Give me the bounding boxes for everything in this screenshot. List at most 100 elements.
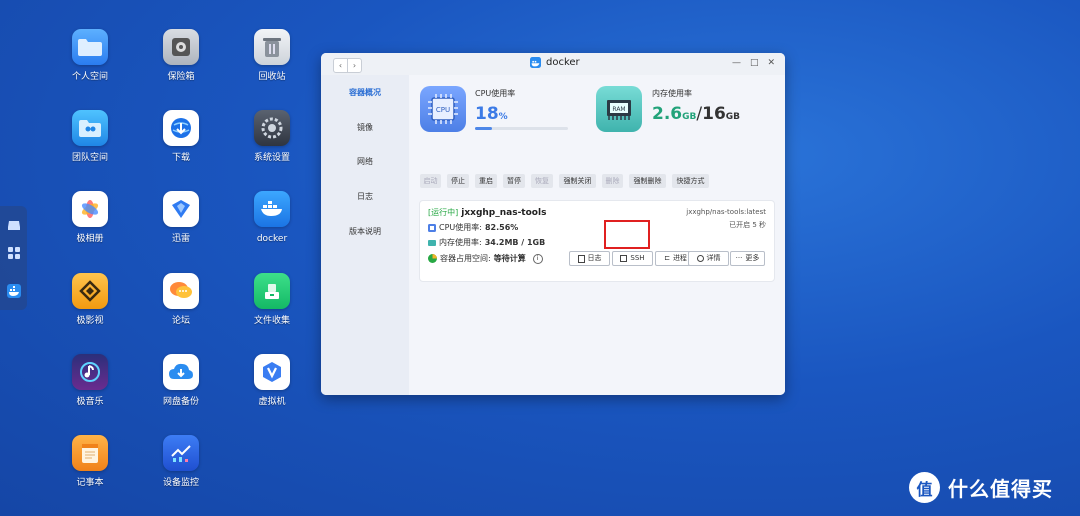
restart-button[interactable]: 重启 [475, 174, 497, 188]
window-title-text: docker [546, 57, 580, 68]
minimize-button[interactable]: — [732, 58, 741, 68]
close-button[interactable]: ✕ [767, 58, 775, 68]
desktop-icon-label: 论坛 [171, 316, 190, 326]
container-cpu-row: CPU使用率: 82.56% [428, 222, 518, 233]
container-header: [运行中] jxxghp_nas-tools [428, 207, 546, 218]
cpu-usage-unit: % [498, 112, 508, 122]
window-titlebar[interactable]: ‹ › docker — □ ✕ [321, 53, 785, 76]
nav-forward-button[interactable]: › [348, 59, 361, 72]
desktop-icon-trash[interactable]: 回收站 [237, 29, 307, 83]
log-icon [577, 254, 585, 263]
desktop-icon-docker[interactable]: docker [237, 191, 307, 245]
container-memory-label: 内存使用率: [439, 238, 482, 247]
desktop-icon-label: 极相册 [76, 234, 104, 244]
container-image: jxxghp/nas-tools:latest [686, 208, 766, 216]
desktop-icon-label: 极影视 [76, 316, 104, 326]
nav-arrows: ‹ › [333, 58, 362, 73]
cloud-backup-icon [163, 354, 199, 390]
sidebar-item-overview[interactable]: 容器概况 [321, 87, 409, 98]
desktop-icon-label: 系统设置 [253, 153, 290, 163]
docker-icon[interactable] [7, 284, 21, 298]
desktop-icon-music[interactable]: 极音乐 [55, 354, 125, 408]
container-card[interactable]: [运行中] jxxghp_nas-tools jxxghp/nas-tools:… [419, 200, 775, 282]
desktop-icon-cloud-backup[interactable]: 网盘备份 [146, 354, 216, 408]
sidebar-item-images[interactable]: 镜像 [321, 122, 409, 133]
desktop-icon-safe[interactable]: 保险箱 [146, 29, 216, 83]
container-disk-label: 容器占用空间: [440, 254, 491, 263]
cpu-chip-icon: CPU [420, 86, 466, 132]
desktop-icon-label: 网盘备份 [162, 397, 199, 407]
info-icon[interactable]: i [532, 253, 543, 264]
overview-content: CPU CPU使用率 18% RAM 内存使用率 2.6GB/16GB 启动 停… [409, 75, 785, 395]
memory-usage-label: 内存使用率 [652, 89, 692, 98]
desktop-icon-label: 文件收集 [253, 316, 290, 326]
memory-used-unit: GB [682, 112, 697, 122]
smzdm-logo-glyph: 值 [916, 479, 933, 499]
desktop-icon-photos[interactable]: 极相册 [55, 191, 125, 245]
cpu-small-icon [428, 223, 436, 232]
desktop-icon-label: 迅雷 [171, 234, 190, 244]
stop-button[interactable]: 停止 [447, 174, 469, 188]
cpu-usage-number: 18 [475, 104, 499, 124]
sidebar-item-release-notes[interactable]: 版本说明 [321, 226, 409, 237]
window-controls: — □ ✕ [732, 58, 775, 68]
ssh-highlight-box [604, 220, 650, 249]
container-details-label: 详情 [706, 254, 721, 262]
video-icon [72, 273, 108, 309]
container-more-label: 更多 [745, 254, 760, 262]
pause-button[interactable]: 暂停 [503, 174, 525, 188]
desktop-icon-label: 极音乐 [76, 397, 104, 407]
drive-icon[interactable] [7, 218, 21, 232]
sidebar: 容器概况 镜像 网络 日志 版本说明 [321, 75, 409, 395]
docker-window: ‹ › docker — □ ✕ 容器概况 镜像 网络 日志 版本说明 CPU … [321, 53, 785, 395]
desktop-icon-personal-space[interactable]: 个人空间 [55, 29, 125, 83]
force-delete-button[interactable]: 强制删除 [629, 174, 666, 188]
shortcut-button[interactable]: 快捷方式 [672, 174, 709, 188]
sidebar-item-logs[interactable]: 日志 [321, 191, 409, 202]
cpu-chip-text: CPU [436, 106, 450, 114]
nav-back-button[interactable]: ‹ [334, 59, 348, 72]
desktop-icon-download[interactable]: 下载 [146, 110, 216, 164]
force-stop-button[interactable]: 强制关闭 [559, 174, 596, 188]
start-button[interactable]: 启动 [420, 174, 441, 188]
desktop-icon-notepad[interactable]: 记事本 [55, 435, 125, 489]
more-icon: ··· [735, 254, 743, 262]
delete-button[interactable]: 删除 [602, 174, 623, 188]
desktop-icon-label: 设备监控 [162, 478, 199, 488]
settings-icon [254, 110, 290, 146]
container-uptime: 已开启 5 秒 [729, 221, 766, 229]
apps-grid-icon[interactable] [7, 246, 21, 260]
desktop-icon-file-collect[interactable]: 文件收集 [237, 273, 307, 327]
desktop-icon-system-settings[interactable]: 系统设置 [237, 110, 307, 164]
disk-pie-icon [428, 254, 437, 263]
desktop-icon-label: 保险箱 [167, 72, 195, 82]
container-disk-row: 容器占用空间: 等待计算 i [428, 253, 543, 264]
docker-icon [254, 191, 290, 227]
desktop-icon-vm[interactable]: 虚拟机 [237, 354, 307, 408]
ram-chip-text: RAM [612, 106, 625, 113]
container-memory-row: 内存使用率: 34.2MB / 1GB [428, 237, 545, 248]
memory-total: 16 [702, 104, 726, 124]
container-log-button[interactable]: 日志 [569, 251, 610, 266]
container-memory-value: 34.2MB / 1GB [484, 238, 546, 247]
maximize-button[interactable]: □ [750, 58, 759, 68]
window-title: docker [530, 57, 580, 68]
desktop-icon-label: 下载 [171, 153, 190, 163]
ram-chip-icon: RAM [596, 86, 642, 132]
container-ssh-button[interactable]: SSH [612, 251, 653, 266]
smzdm-logo-icon: 值 [909, 472, 940, 503]
container-more-button[interactable]: ··· 更多 [730, 251, 765, 266]
container-details-button[interactable]: 详情 [688, 251, 729, 266]
sidebar-item-network[interactable]: 网络 [321, 156, 409, 167]
desktop-icon-video[interactable]: 极影视 [55, 273, 125, 327]
desktop-icon-thunder[interactable]: 迅雷 [146, 191, 216, 245]
resume-button[interactable]: 恢复 [531, 174, 553, 188]
terminal-icon [620, 255, 628, 262]
memory-usage-value: 2.6GB/16GB [652, 104, 740, 127]
notepad-icon [72, 435, 108, 471]
desktop-icon-team-space[interactable]: 团队空间 [55, 110, 125, 164]
desktop-icon-forum[interactable]: 论坛 [146, 273, 216, 327]
desktop-icon-device-monitor[interactable]: 设备监控 [146, 435, 216, 489]
smzdm-watermark-text: 什么值得买 [948, 477, 1053, 501]
download-globe-icon [163, 110, 199, 146]
